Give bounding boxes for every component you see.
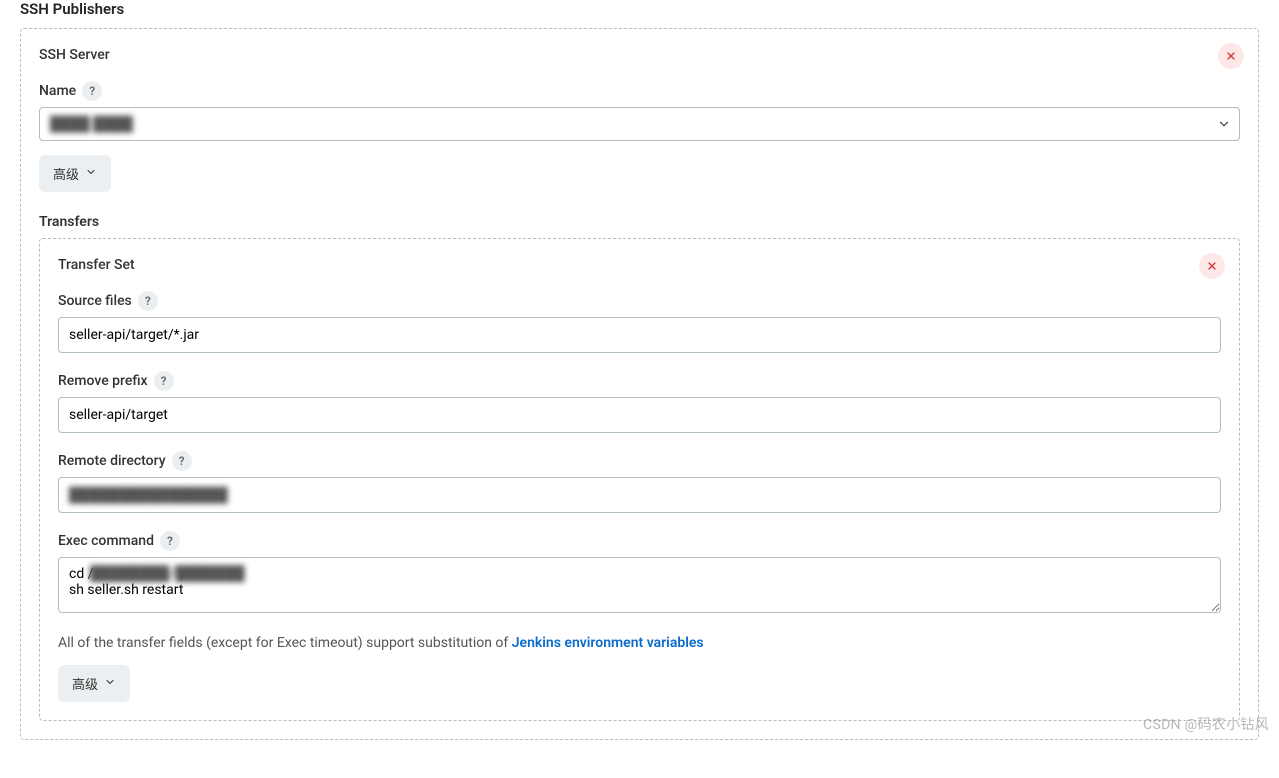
source-files-input[interactable] — [58, 317, 1221, 353]
ssh-server-name-select[interactable] — [39, 107, 1240, 141]
advanced-transfer-button-label: 高级 — [72, 674, 98, 693]
help-icon[interactable]: ? — [172, 451, 192, 471]
transfer-set-panel: Transfer Set Source files ? Remove prefi… — [39, 238, 1240, 721]
transfers-label: Transfers — [39, 214, 1240, 230]
remote-directory-label: Remote directory — [58, 453, 166, 469]
source-files-label: Source files — [58, 293, 132, 309]
remove-prefix-label: Remove prefix — [58, 373, 148, 389]
help-icon[interactable]: ? — [138, 291, 158, 311]
help-icon[interactable]: ? — [160, 531, 180, 551]
help-icon[interactable]: ? — [82, 81, 102, 101]
advanced-button-label: 高级 — [53, 164, 79, 183]
chevron-down-icon — [104, 676, 116, 691]
exec-command-textarea[interactable] — [58, 557, 1221, 613]
substitution-info: All of the transfer fields (except for E… — [58, 635, 1221, 651]
remove-prefix-input[interactable] — [58, 397, 1221, 433]
close-icon — [1225, 50, 1237, 62]
advanced-transfer-button[interactable]: 高级 — [58, 665, 130, 702]
ssh-server-panel: SSH Server Name ? ████ ████ 高级 Transfers… — [20, 28, 1259, 740]
remote-directory-input[interactable] — [58, 477, 1221, 513]
section-ssh-publishers: SSH Publishers — [0, 0, 1279, 28]
transfer-set-header: Transfer Set — [58, 257, 1221, 273]
watermark: CSDN @码农小钻风 — [1143, 714, 1269, 734]
chevron-down-icon — [85, 166, 97, 181]
jenkins-env-vars-link[interactable]: Jenkins environment variables — [512, 635, 704, 651]
exec-command-label: Exec command — [58, 533, 154, 549]
close-icon — [1206, 260, 1218, 272]
info-text-prefix: All of the transfer fields (except for E… — [58, 635, 512, 651]
help-icon[interactable]: ? — [154, 371, 174, 391]
advanced-button[interactable]: 高级 — [39, 155, 111, 192]
remove-transfer-set-button[interactable] — [1199, 253, 1225, 279]
ssh-server-header: SSH Server — [39, 47, 1240, 63]
remove-ssh-server-button[interactable] — [1218, 43, 1244, 69]
name-label: Name — [39, 83, 76, 99]
